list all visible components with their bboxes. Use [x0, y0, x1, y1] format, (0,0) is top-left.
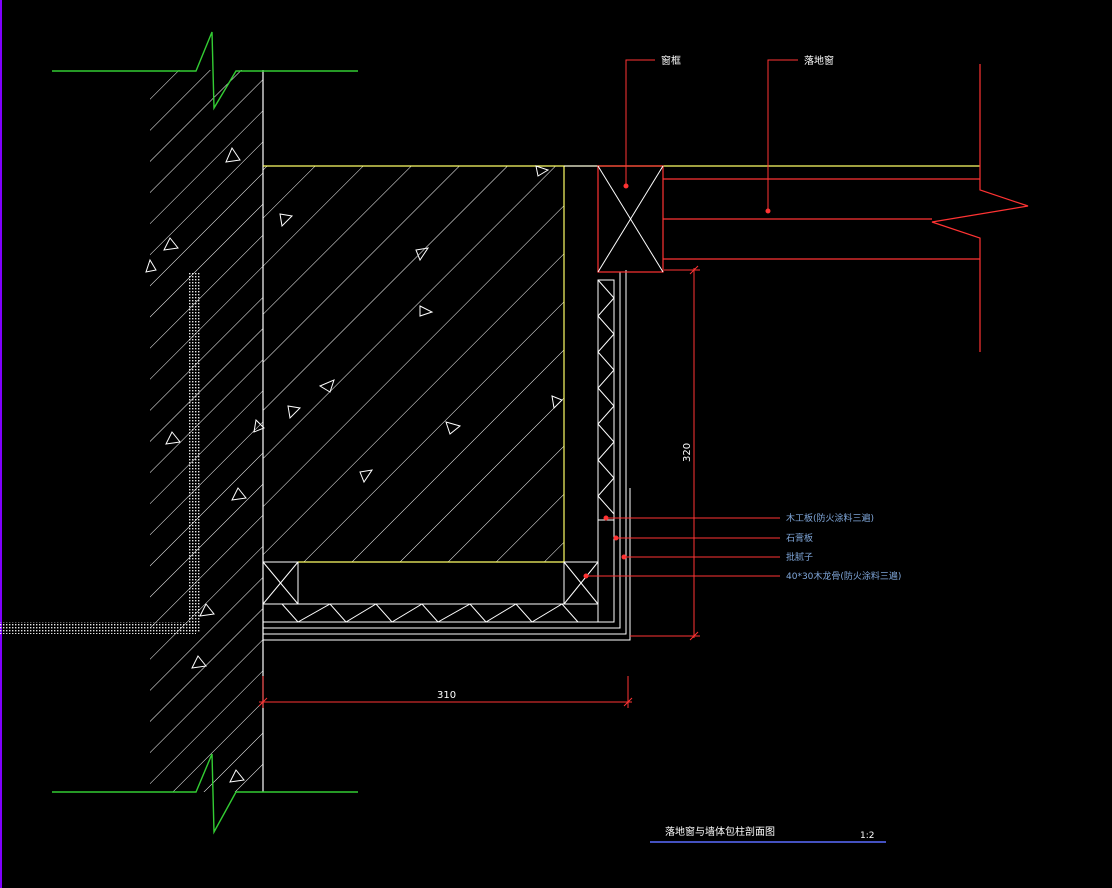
drawing-title: 落地窗与墙体包柱剖面图 [665, 825, 775, 838]
note-putty: 批腻子 [786, 551, 813, 563]
note-batten: 40*30木龙骨(防火涂料三遍) [786, 570, 901, 582]
drawing-scale: 1:2 [860, 831, 874, 841]
column [253, 165, 980, 563]
dimension-height-label: 320 [682, 443, 693, 462]
window-frame [597, 64, 1029, 352]
window-frame-label: 窗框 [661, 54, 681, 67]
note-gypsum: 石膏板 [786, 532, 813, 544]
wall [0, 70, 264, 792]
floor-window-label: 落地窗 [804, 54, 834, 67]
leaders [583, 59, 798, 579]
note-wood-base: 木工板(防火涂料三遍) [786, 512, 874, 524]
dimension-width-label: 310 [437, 690, 456, 701]
section-drawing: 窗框 落地窗 木工板(防火涂料三遍) 石膏板 批腻子 40*30木龙骨(防火涂料… [0, 0, 1029, 888]
